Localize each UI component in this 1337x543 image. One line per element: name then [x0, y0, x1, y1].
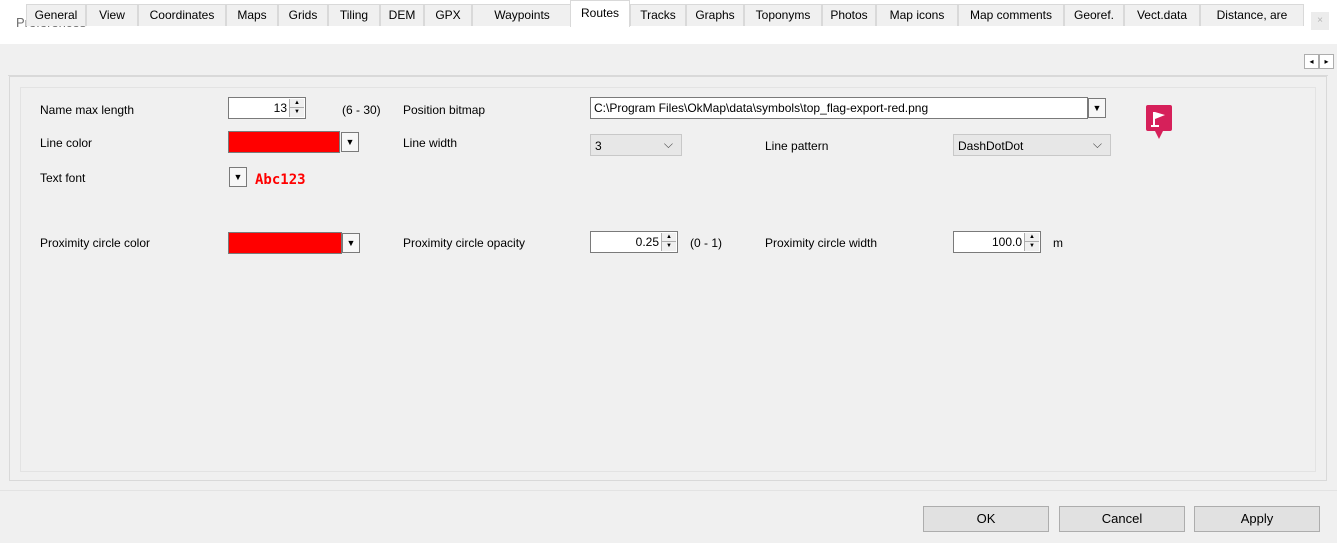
tab-tracks[interactable]: Tracks: [630, 4, 686, 26]
chevron-down-icon: ⌵: [1092, 137, 1102, 151]
position-bitmap-dropdown-icon[interactable]: ▼: [1088, 98, 1106, 118]
name-max-length-stepper[interactable]: 13 ▲ ▼: [228, 97, 306, 119]
proximity-circle-opacity-label: Proximity circle opacity: [403, 236, 526, 250]
tab-dem[interactable]: DEM: [380, 4, 424, 26]
line-color-swatch[interactable]: [228, 131, 340, 153]
tab-scroll-left-icon[interactable]: ◂: [1304, 54, 1319, 69]
tab-toponyms[interactable]: Toponyms: [744, 4, 822, 26]
tab-photos[interactable]: Photos: [822, 4, 876, 26]
proximity-circle-color-dropdown-icon[interactable]: ▼: [342, 233, 360, 253]
tab-tiling[interactable]: Tiling: [328, 4, 380, 26]
line-width-value: 3: [595, 139, 602, 153]
proximity-circle-width-label: Proximity circle width: [765, 236, 878, 250]
footer-divider: [0, 490, 1337, 491]
ok-button[interactable]: OK: [923, 506, 1049, 532]
tab-coordinates[interactable]: Coordinates: [138, 4, 226, 26]
tab-general[interactable]: General: [26, 4, 86, 26]
name-max-length-spin-buttons[interactable]: ▲ ▼: [289, 99, 304, 117]
name-max-length-range: (6 - 30): [342, 103, 381, 117]
tab-gpx[interactable]: GPX: [424, 4, 472, 26]
line-width-select[interactable]: 3 ⌵: [590, 134, 682, 156]
chevron-down-icon: ⌵: [663, 137, 673, 151]
spin-up-icon[interactable]: ▲: [662, 233, 676, 242]
proximity-circle-opacity-stepper[interactable]: 0.25 ▲ ▼: [590, 231, 678, 253]
spin-up-icon[interactable]: ▲: [1025, 233, 1039, 242]
spin-down-icon[interactable]: ▼: [662, 242, 676, 251]
name-max-length-value: 13: [273, 101, 287, 115]
position-bitmap-flag-icon: [1146, 105, 1172, 139]
line-width-label: Line width: [403, 136, 458, 150]
tab-maps[interactable]: Maps: [226, 4, 278, 26]
proximity-circle-opacity-spin-buttons[interactable]: ▲ ▼: [661, 233, 676, 251]
proximity-circle-width-spin-buttons[interactable]: ▲ ▼: [1024, 233, 1039, 251]
tab-graphs[interactable]: Graphs: [686, 4, 744, 26]
proximity-circle-width-stepper[interactable]: 100.0 ▲ ▼: [953, 231, 1041, 253]
text-font-sample: Abc123: [255, 172, 306, 188]
position-bitmap-field[interactable]: C:\Program Files\OkMap\data\symbols\top_…: [590, 97, 1088, 119]
spin-down-icon[interactable]: ▼: [290, 108, 304, 117]
text-font-dropdown-icon[interactable]: ▼: [229, 167, 247, 187]
tab-map-comments[interactable]: Map comments: [958, 4, 1064, 26]
proximity-circle-width-unit: m: [1053, 236, 1063, 250]
tab-map-icons[interactable]: Map icons: [876, 4, 958, 26]
line-color-dropdown-icon[interactable]: ▼: [341, 132, 359, 152]
proximity-circle-color-swatch[interactable]: [228, 232, 342, 254]
tab-view[interactable]: View: [86, 4, 138, 26]
position-bitmap-value: C:\Program Files\OkMap\data\symbols\top_…: [594, 101, 929, 115]
proximity-circle-color-label: Proximity circle color: [40, 236, 151, 250]
proximity-circle-width-value: 100.0: [991, 235, 1022, 249]
line-pattern-label: Line pattern: [765, 139, 829, 153]
proximity-circle-opacity-range: (0 - 1): [690, 236, 723, 250]
close-button[interactable]: ×: [1311, 12, 1329, 30]
tab-vect-data[interactable]: Vect.data: [1124, 4, 1200, 26]
tab-scroll-right-icon[interactable]: ▸: [1319, 54, 1334, 69]
name-max-length-label: Name max length: [40, 103, 135, 117]
tab-grids[interactable]: Grids: [278, 4, 328, 26]
text-font-label: Text font: [40, 171, 86, 185]
line-pattern-value: DashDotDot: [958, 139, 1024, 153]
tab-waypoints[interactable]: Waypoints: [472, 4, 572, 26]
tab-routes[interactable]: Routes: [570, 0, 630, 27]
spin-down-icon[interactable]: ▼: [1025, 242, 1039, 251]
proximity-circle-opacity-value: 0.25: [635, 235, 659, 249]
cancel-button[interactable]: Cancel: [1059, 506, 1185, 532]
position-bitmap-label: Position bitmap: [403, 103, 486, 117]
tab-strip: [8, 50, 1328, 76]
tab-distance-area[interactable]: Distance, are: [1200, 4, 1304, 26]
tab-georef[interactable]: Georef.: [1064, 4, 1124, 26]
apply-button[interactable]: Apply: [1194, 506, 1320, 532]
spin-up-icon[interactable]: ▲: [290, 99, 304, 108]
line-pattern-select[interactable]: DashDotDot ⌵: [953, 134, 1111, 156]
line-color-label: Line color: [40, 136, 93, 150]
